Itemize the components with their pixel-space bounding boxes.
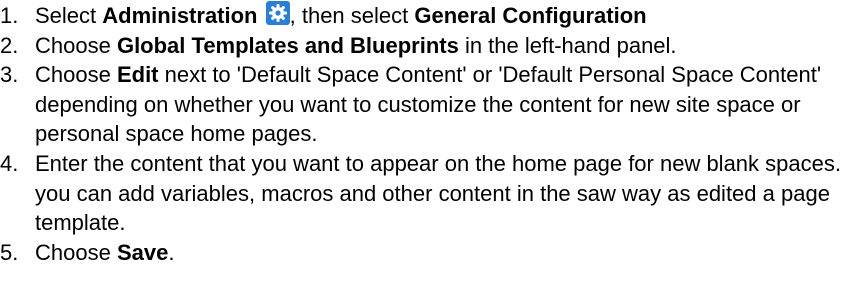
instruction-steps: 1. Select Administration , then select G…: [0, 0, 855, 267]
step-number: 2.: [0, 32, 19, 58]
gear-icon: [265, 1, 290, 25]
step-text: Enter the content that you want to appea…: [35, 150, 841, 236]
step-2: 2. Choose Global Templates and Blueprint…: [0, 31, 855, 61]
menu-label-administration: Administration: [102, 3, 258, 28]
step-5: 5. Choose Save.: [0, 238, 855, 268]
menu-label-global-templates: Global Templates and Blueprints: [116, 32, 459, 58]
step-4: 4. Enter the content that you want to ap…: [0, 149, 855, 238]
button-label-edit: Edit: [116, 62, 159, 88]
step-3: 3. Choose Edit next to 'Default Space Co…: [0, 60, 855, 149]
step-number: 5.: [0, 239, 19, 265]
step-1: 1. Select Administration , then select G…: [0, 1, 855, 31]
step-text: Choose: [35, 239, 117, 265]
step-text: .: [168, 239, 175, 265]
step-text: , then select: [289, 3, 415, 28]
step-number: 4.: [0, 150, 19, 176]
step-text: Select: [35, 3, 103, 28]
step-text: Choose: [35, 32, 117, 58]
step-text: Choose: [35, 62, 117, 88]
step-text: in the left-hand panel.: [458, 32, 677, 58]
step-number: 1.: [0, 3, 19, 28]
menu-label-general-configuration: General Configuration: [414, 3, 647, 28]
step-number: 3.: [0, 62, 19, 88]
button-label-save: Save: [116, 239, 169, 265]
